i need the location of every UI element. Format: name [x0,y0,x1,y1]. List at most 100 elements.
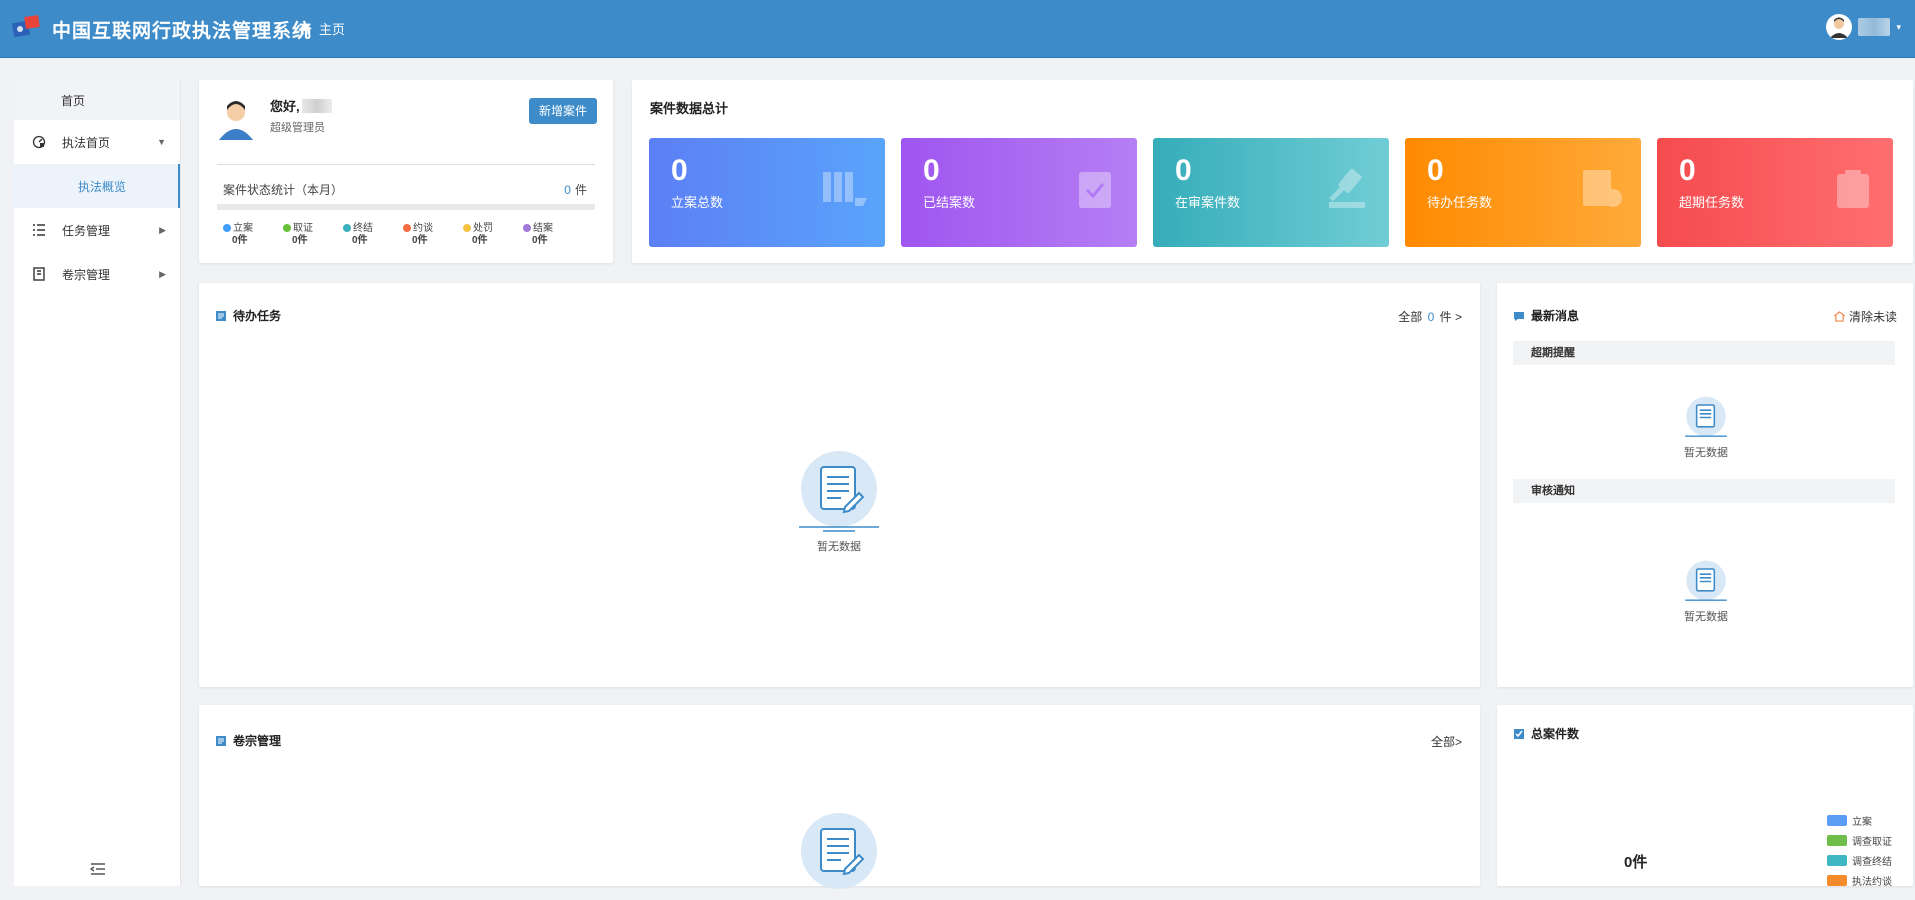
tile-overdue-tasks[interactable]: 0 超期任务数 [1657,138,1893,247]
status-label: 终结 [353,223,373,234]
tile-label: 立案总数 [671,195,724,210]
status-legend-item: 终结 0件 [343,223,403,247]
tile-total-cases[interactable]: 0 立案总数 [649,138,885,247]
status-count: 0件 [352,235,368,246]
overdue-reminder-header: 超期提醒 [1513,341,1895,365]
status-count: 0件 [292,235,308,246]
sidebar-item-overview[interactable]: 执法概览 [14,164,180,208]
status-legend-item: 约谈 0件 [403,223,463,247]
caret-right-icon: ▶ [159,268,166,279]
legend-swatch [1827,814,1847,826]
legend-label: 立案 [1852,816,1872,828]
stats-title: 案件状态统计（本月） [223,183,344,197]
sidebar-item-archives[interactable]: 卷宗管理 ▶ [14,252,180,296]
caret-right-icon: ▶ [159,224,166,235]
user-role: 超级管理员 [270,122,325,134]
sidebar-item-label: 首页 [61,93,86,108]
status-label: 取证 [293,223,313,234]
greeting: 您好, [270,96,332,115]
user-name-blurred [1858,18,1891,36]
sidebar-item-tasks[interactable]: 任务管理 ▶ [14,208,180,252]
caret-down-icon: ▼ [157,137,166,147]
todo-view-all-link[interactable]: 全部 0 件 > [1398,308,1462,325]
total-legend: 立案 调查取证 调查终结 执法约谈 [1827,810,1892,890]
todo-header: 待办任务 [215,307,281,324]
view-all-label: 全部 [1398,310,1423,324]
clipboard-icon [1837,170,1869,208]
greeting-text: 您好, [270,99,300,114]
book-icon [33,267,45,281]
legend-swatch [1827,854,1847,866]
case-overview-card: 案件数据总计 0 立案总数 0 已结案数 0 在审案件数 0 待办任务数 0 超… [632,80,1913,263]
tile-value: 0 [923,154,940,187]
sidebar-item-home[interactable]: 首页 [14,80,180,120]
status-count: 0件 [532,235,548,246]
total-count: 0件 [1624,854,1648,871]
review-notice-header: 审核通知 [1513,479,1895,503]
user-avatar-icon [219,101,253,140]
user-menu[interactable]: ▾ [1826,14,1901,40]
clear-unread-button[interactable]: 清除未读 [1833,308,1897,325]
news-header: 最新消息 [1513,307,1579,324]
task-icon [216,735,226,746]
empty-document-icon [1685,560,1727,601]
profile-card: 您好, 超级管理员 新增案件 案件状态统计（本月） 0件 立案 0件 取证 0件 终… [199,80,613,263]
home-link[interactable]: 主页 [298,19,345,38]
dot-icon [223,224,231,232]
checkbox-icon [1514,728,1524,739]
todo-unit: 件 > [1439,310,1462,324]
overview-tiles: 0 立案总数 0 已结案数 0 在审案件数 0 待办任务数 0 超期任务数 [649,138,1893,247]
stats-count-number: 0 [564,183,571,197]
archive-view-all-link[interactable]: 全部> [1431,733,1462,750]
total-title: 总案件数 [1531,727,1580,741]
tile-closed-cases[interactable]: 0 已结案数 [901,138,1137,247]
document-clock-icon [1583,170,1622,207]
tile-pending-tasks[interactable]: 0 待办任务数 [1405,138,1641,247]
archive-card: 卷宗管理 全部> [199,705,1480,889]
todo-tasks-card: 待办任务 全部 0 件 > 暂无数据 [199,283,1480,687]
tile-label: 已结案数 [923,195,976,210]
todo-title: 待办任务 [233,309,282,323]
gavel-icon [1329,168,1365,208]
legend-item[interactable]: 调查取证 [1827,830,1892,850]
empty-document-icon [801,813,877,889]
app-title: 中国互联网行政执法管理系统 [52,21,313,42]
status-label: 处罚 [473,223,493,234]
dot-icon [283,224,291,232]
sidebar-item-label: 执法首页 [62,135,111,150]
status-label: 立案 [233,223,253,234]
legend-swatch [1827,874,1847,886]
status-legend-item: 立案 0件 [223,223,283,247]
todo-count: 0 [1427,310,1435,324]
empty-document-icon [799,451,879,532]
new-case-button[interactable]: 新增案件 [528,98,597,124]
stats-count: 0件 [564,181,587,198]
empty-state: 暂无数据 [789,449,889,554]
dot-icon [523,224,531,232]
user-name-blurred [301,98,332,113]
task-icon [216,310,226,321]
tile-value: 0 [671,154,688,187]
status-count: 0件 [412,235,428,246]
clear-unread-label: 清除未读 [1848,310,1897,324]
latest-news-card: 最新消息 清除未读 超期提醒 暂无数据 审核通知 暂无数据 [1497,283,1913,687]
home-label: 主页 [319,22,346,37]
sidebar-item-label: 卷宗管理 [62,267,111,282]
binders-icon [823,172,867,206]
legend-item[interactable]: 执法约谈 [1827,870,1892,890]
legend-swatch [1827,834,1847,846]
legend-item[interactable]: 调查终结 [1827,850,1892,870]
collapse-menu-icon[interactable] [90,862,106,876]
archive-title: 卷宗管理 [233,734,282,748]
home-outline-icon [1833,311,1845,322]
status-legend: 立案 0件 取证 0件 终结 0件 约谈 0件 处罚 0件 结案 0件 [223,223,583,247]
status-legend-item: 处罚 0件 [463,223,523,247]
user-avatar-icon [1826,14,1853,40]
tile-pending-review[interactable]: 0 在审案件数 [1153,138,1389,247]
tile-label: 待办任务数 [1427,195,1493,210]
legend-item[interactable]: 立案 [1827,810,1892,830]
empty-state: 暂无数据 [1671,559,1741,624]
clipboard-check-icon [1079,172,1111,208]
home-icon [298,22,313,35]
sidebar-item-enforcement-home[interactable]: 执法首页 ▼ [14,120,180,164]
